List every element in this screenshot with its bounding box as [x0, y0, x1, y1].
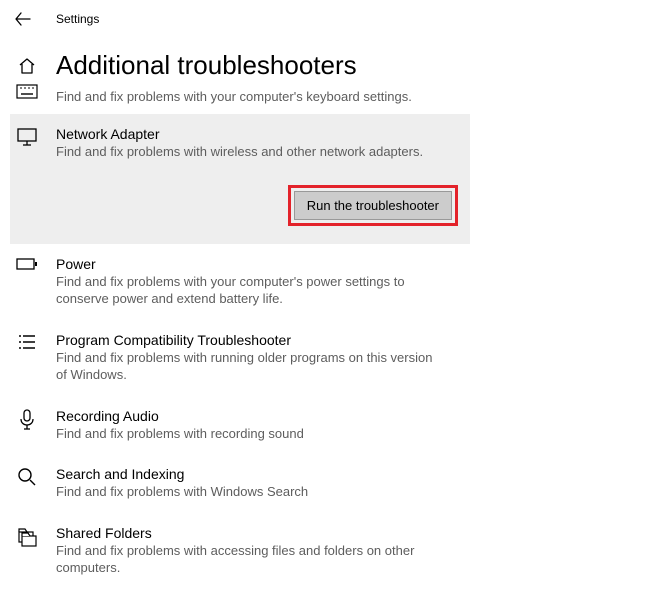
item-desc: Find and fix problems with wireless and … [56, 143, 446, 161]
troubleshooter-item-shared-folders[interactable]: Shared Folders Find and fix problems wit… [10, 513, 470, 589]
troubleshooter-item-network-adapter[interactable]: Network Adapter Find and fix problems wi… [10, 114, 470, 244]
run-button-highlight: Run the troubleshooter [288, 185, 458, 226]
back-button[interactable] [10, 6, 36, 32]
page-title: Additional troubleshooters [56, 50, 357, 81]
troubleshooter-item-keyboard-partial[interactable]: Find and fix problems with your computer… [10, 83, 644, 114]
item-desc: Find and fix problems with your computer… [56, 273, 446, 308]
battery-icon [16, 257, 38, 271]
search-icon [17, 467, 37, 487]
run-troubleshooter-button[interactable]: Run the troubleshooter [294, 191, 452, 220]
app-name: Settings [56, 12, 99, 26]
item-title: Recording Audio [56, 408, 460, 424]
home-icon[interactable] [16, 56, 38, 76]
item-title: Program Compatibility Troubleshooter [56, 332, 460, 348]
arrow-left-icon [14, 10, 32, 28]
keyboard-icon [16, 84, 38, 100]
item-desc: Find and fix problems with Windows Searc… [56, 483, 446, 501]
microphone-icon [19, 409, 35, 431]
troubleshooter-item-program-compatibility[interactable]: Program Compatibility Troubleshooter Fin… [10, 320, 470, 396]
item-desc: Find and fix problems with accessing fil… [56, 542, 446, 577]
item-title: Shared Folders [56, 525, 460, 541]
folder-icon [17, 526, 37, 548]
keyboard-desc: Find and fix problems with your computer… [56, 87, 412, 104]
item-title: Power [56, 256, 460, 272]
troubleshooter-item-power[interactable]: Power Find and fix problems with your co… [10, 244, 470, 320]
monitor-icon [16, 127, 38, 147]
troubleshooter-item-recording-audio[interactable]: Recording Audio Find and fix problems wi… [10, 396, 470, 455]
list-icon [17, 333, 37, 351]
item-desc: Find and fix problems with recording sou… [56, 425, 446, 443]
item-title: Network Adapter [56, 126, 460, 142]
item-desc: Find and fix problems with running older… [56, 349, 446, 384]
item-title: Search and Indexing [56, 466, 460, 482]
troubleshooter-item-search-indexing[interactable]: Search and Indexing Find and fix problem… [10, 454, 470, 513]
